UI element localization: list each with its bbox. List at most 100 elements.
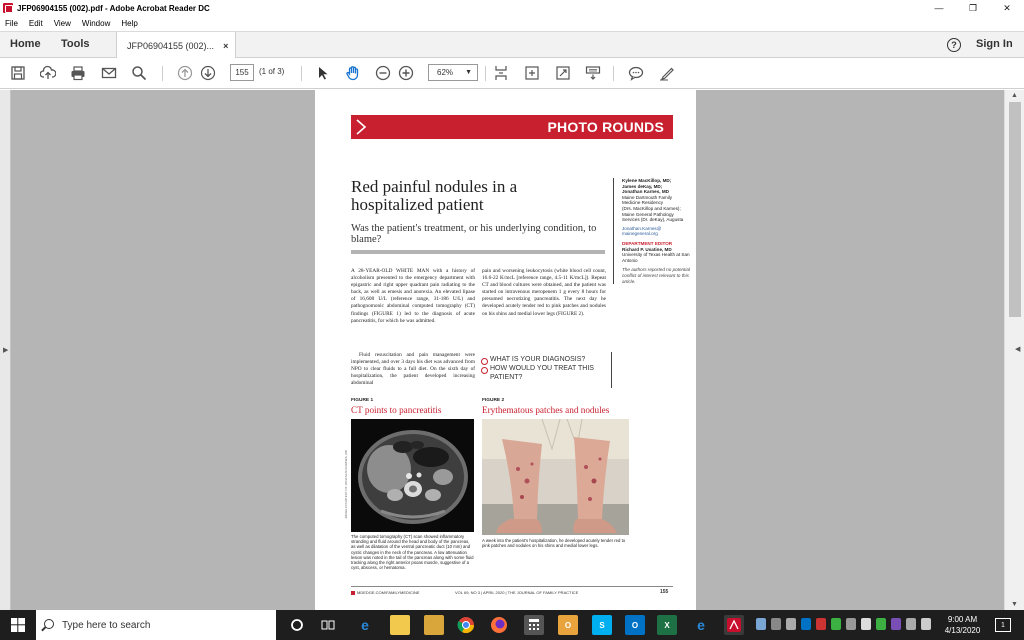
edge-icon[interactable]: e xyxy=(355,615,375,635)
scroll-mode-icon[interactable] xyxy=(585,65,601,81)
comment-icon[interactable] xyxy=(628,65,644,81)
tray-app-icon[interactable] xyxy=(771,618,781,630)
select-cursor-icon[interactable] xyxy=(315,65,331,81)
window-title: JFP06904155 (002).pdf - Adobe Acrobat Re… xyxy=(17,3,210,13)
firefox-icon[interactable] xyxy=(489,615,509,635)
tray-app-icon[interactable] xyxy=(831,618,841,630)
start-button[interactable] xyxy=(0,610,36,640)
search-icon[interactable] xyxy=(131,65,147,81)
email-icon[interactable] xyxy=(101,65,117,81)
toolbar: 155 (1 of 3) 62% ▼ xyxy=(0,58,1024,89)
chrome-icon[interactable] xyxy=(456,615,476,635)
sign-in-link[interactable]: Sign In xyxy=(976,38,1013,50)
outlook-icon[interactable]: O xyxy=(625,615,645,635)
ct-scan-image xyxy=(351,419,474,532)
fullscreen-icon[interactable] xyxy=(555,65,571,81)
taskbar-clock[interactable]: 9:00 AM 4/13/2020 xyxy=(940,614,985,636)
menu-help[interactable]: Help xyxy=(116,19,143,28)
volume-icon[interactable] xyxy=(861,618,871,630)
scroll-up-icon[interactable]: ▲ xyxy=(1011,92,1018,99)
windows-logo-icon xyxy=(11,618,25,632)
right-panel-toggle-icon[interactable]: ◀ xyxy=(1015,345,1020,353)
minimize-button[interactable]: — xyxy=(922,0,956,16)
previous-page-icon[interactable] xyxy=(177,65,193,81)
body-paragraph: Fluid resuscitation and pain management … xyxy=(351,352,475,387)
footer-divider xyxy=(351,586,673,587)
fit-page-icon[interactable] xyxy=(493,65,509,81)
excel-icon[interactable]: X xyxy=(657,615,677,635)
language-icon[interactable] xyxy=(906,618,916,630)
figure-caption: A week into the patient's hospitalizatio… xyxy=(482,538,626,549)
highlight-pen-icon[interactable] xyxy=(659,65,675,81)
legs-photo xyxy=(482,419,629,535)
tab-tools[interactable]: Tools xyxy=(61,38,90,50)
close-button[interactable]: ✕ xyxy=(990,0,1024,16)
tray-app-icon[interactable] xyxy=(846,618,856,630)
toolbar-divider xyxy=(613,66,614,81)
internet-explorer-icon[interactable]: e xyxy=(691,615,711,635)
tray-app-icon[interactable] xyxy=(801,618,811,630)
figure-caption: The computed tomography (CT) scan showed… xyxy=(351,534,474,571)
page-number-input[interactable]: 155 xyxy=(230,64,254,81)
save-icon[interactable] xyxy=(10,65,26,81)
document-viewport[interactable]: ▶ PHOTO ROUNDS Red painful nodules in a … xyxy=(0,90,1004,610)
zoom-out-icon[interactable] xyxy=(375,65,391,81)
restore-button[interactable]: ❐ xyxy=(956,0,990,16)
scrollbar-thumb[interactable] xyxy=(1009,102,1021,317)
tray-app-icon[interactable] xyxy=(816,618,826,630)
menu-file[interactable]: File xyxy=(0,19,24,28)
menu-bar: File Edit View Window Help xyxy=(0,16,1024,30)
rotate-icon[interactable] xyxy=(524,65,540,81)
hand-tool-icon[interactable] xyxy=(345,65,361,81)
vertical-scrollbar[interactable]: ▲ ▼ xyxy=(1004,90,1024,610)
footer-journal-info: VOL 69, NO 3 | APRIL 2020 | THE JOURNAL … xyxy=(455,590,579,595)
cortana-icon[interactable] xyxy=(287,615,307,635)
taskbar-search-box[interactable]: Type here to search xyxy=(36,610,276,640)
next-page-icon[interactable] xyxy=(200,65,216,81)
tab-document[interactable]: JFP06904155 (002)... × xyxy=(116,32,236,59)
zoom-in-icon[interactable] xyxy=(398,65,414,81)
image-credit: IMAGE COURTESY OF JONATHAN KARNES, MD xyxy=(344,450,348,519)
chevron-down-icon: ▼ xyxy=(465,69,472,76)
zoom-level-select[interactable]: 62% ▼ xyxy=(428,64,478,81)
sticky-notes-icon[interactable]: O xyxy=(558,615,578,635)
onenote-icon[interactable] xyxy=(891,618,901,630)
tab-document-label: JFP06904155 (002)... xyxy=(127,40,215,51)
figure-title: Erythematous patches and nodules xyxy=(482,405,610,415)
question-divider xyxy=(611,352,612,388)
tab-close-icon[interactable]: × xyxy=(223,41,228,51)
windows-taskbar: Type here to search e O S O X e 9:00 AM … xyxy=(0,610,1024,640)
tray-app-icon[interactable] xyxy=(786,618,796,630)
tray-app-icon[interactable] xyxy=(876,618,886,630)
disclosure-text: The authors reported no potential confli… xyxy=(622,267,690,284)
battery-icon[interactable] xyxy=(921,618,931,630)
toolbar-divider xyxy=(301,66,302,81)
menu-view[interactable]: View xyxy=(49,19,77,28)
media-app-icon[interactable] xyxy=(424,615,444,635)
cloud-upload-icon[interactable] xyxy=(40,65,56,81)
notification-center-icon[interactable]: 1 xyxy=(995,618,1011,632)
system-tray xyxy=(756,618,931,630)
section-banner: PHOTO ROUNDS xyxy=(351,115,673,139)
acrobat-reader-taskbar-icon[interactable] xyxy=(724,615,744,635)
menu-edit[interactable]: Edit xyxy=(24,19,49,28)
author-affiliation: (Drs. MacKillop and Karnes); Maine Gener… xyxy=(622,205,684,223)
menu-window[interactable]: Window xyxy=(77,19,116,28)
left-panel-toggle[interactable]: ▶ xyxy=(0,90,11,610)
scroll-down-icon[interactable]: ▼ xyxy=(1011,601,1018,608)
section-banner-label: PHOTO ROUNDS xyxy=(547,119,664,135)
file-explorer-icon[interactable] xyxy=(390,615,410,635)
tray-app-icon[interactable] xyxy=(756,618,766,630)
author-email-link[interactable]: Jonathan.Karnes@ mainegeneral.org xyxy=(622,226,691,237)
help-icon[interactable]: ? xyxy=(947,38,961,52)
task-view-icon[interactable] xyxy=(318,615,338,635)
chevron-right-icon xyxy=(356,119,367,135)
body-paragraph: A 28-YEAR-OLD WHITE MAN with a history o… xyxy=(351,268,475,324)
print-icon[interactable] xyxy=(70,65,86,81)
tab-home[interactable]: Home xyxy=(10,38,41,50)
footer-page-number: 155 xyxy=(660,589,669,595)
chevron-right-icon: ▶ xyxy=(3,347,9,354)
calculator-icon[interactable] xyxy=(524,615,544,635)
skype-icon[interactable]: S xyxy=(592,615,612,635)
pdf-page: PHOTO ROUNDS Red painful nodules in a ho… xyxy=(315,90,696,610)
